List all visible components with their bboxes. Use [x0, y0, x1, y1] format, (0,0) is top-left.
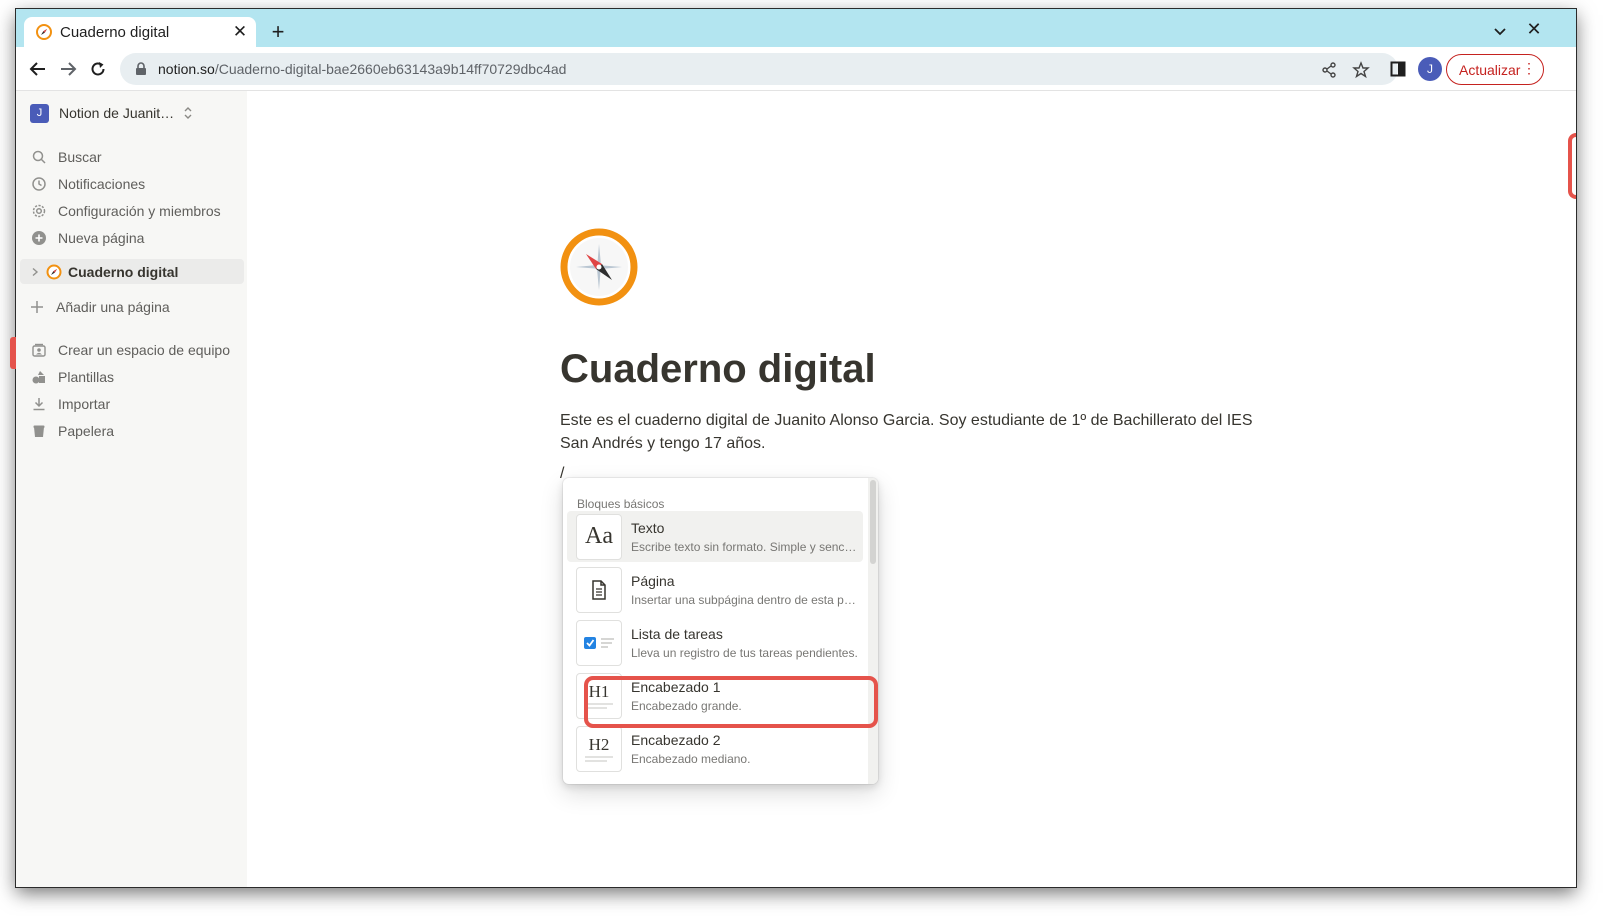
url-path: /Cuaderno-digital-bae2660eb63143a9b14ff7…: [214, 61, 567, 77]
reload-button[interactable]: [86, 57, 110, 81]
plus-circle-icon: [30, 229, 48, 247]
notion-page: Cuaderno digital Este es el cuaderno dig…: [247, 91, 1553, 887]
sidebar-item-search[interactable]: Buscar: [30, 145, 102, 169]
menu-item-label: Encabezado 2: [631, 731, 721, 748]
sidebar-item-label: Crear un espacio de equipo: [58, 342, 231, 358]
profile-avatar[interactable]: J: [1418, 57, 1442, 81]
text-block-icon: Aa: [576, 513, 622, 560]
more-vert-icon: ⋮: [1522, 60, 1536, 76]
sidebar-item-label: Notificaciones: [58, 176, 146, 192]
side-panel-icon[interactable]: [1390, 61, 1406, 77]
sidebar-item-label: Plantillas: [58, 369, 115, 385]
browser-window: Cuaderno digital ✕ + ✕ notion.so/Cuadern…: [16, 9, 1576, 887]
arrow-right-icon: [61, 62, 77, 76]
forward-button[interactable]: [56, 57, 80, 81]
menu-item-label: Lista de tareas: [631, 625, 723, 642]
chevron-right-icon[interactable]: [30, 267, 40, 277]
compass-favicon-icon: [36, 24, 52, 40]
update-label: Actualizar: [1459, 61, 1521, 78]
lock-icon: [136, 62, 146, 75]
menu-scrollbar-thumb[interactable]: [870, 480, 876, 564]
notion-sidebar: J Notion de Juanit… Buscar Notificacione…: [16, 91, 247, 887]
window-close-icon[interactable]: ✕: [1524, 19, 1544, 39]
slash-command-menu: Bloques básicos Aa Texto Escribe texto s…: [563, 478, 878, 784]
import-icon: [30, 395, 48, 413]
sidebar-item-label: Añadir una página: [56, 299, 170, 315]
back-button[interactable]: [26, 57, 50, 81]
sidebar-item-label: Configuración y miembros: [58, 203, 221, 219]
tab-active[interactable]: Cuaderno digital ✕: [24, 17, 256, 47]
sidebar-item-new-page[interactable]: Nueva página: [30, 226, 144, 250]
menu-item-label: Página: [631, 572, 675, 589]
new-tab-button[interactable]: +: [266, 21, 290, 45]
share-icon[interactable]: [1320, 61, 1338, 79]
sidebar-item-teamspace[interactable]: Crear un espacio de equipo: [30, 338, 230, 362]
url-domain: notion.so: [158, 61, 215, 77]
checkbox-icon: [576, 619, 622, 666]
reload-icon: [91, 62, 105, 76]
trash-icon: [30, 422, 48, 440]
sidebar-item-templates[interactable]: Plantillas: [30, 365, 114, 389]
page-description[interactable]: Este es el cuaderno digital de Juanito A…: [560, 409, 1260, 455]
clock-icon: [30, 175, 48, 193]
highlight-annotation: [584, 676, 878, 728]
compass-page-icon[interactable]: [560, 228, 638, 306]
menu-item-page[interactable]: Página Insertar una subpágina dentro de …: [567, 564, 863, 615]
tab-strip: Cuaderno digital ✕ + ✕: [16, 9, 1576, 47]
h2-thumb-label: H2: [588, 734, 610, 754]
edge-annotation: [1568, 133, 1576, 199]
sidebar-item-label: Importar: [58, 396, 111, 412]
sidebar-item-label: Buscar: [58, 149, 102, 165]
edge-annotation-left: [10, 337, 16, 369]
menu-item-todo-list[interactable]: Lista de tareas Lleva un registro de tus…: [567, 617, 863, 668]
menu-item-label: Texto: [631, 519, 665, 536]
sidebar-item-label: Nueva página: [58, 230, 145, 246]
update-button[interactable]: Actualizar ⋮: [1446, 54, 1544, 85]
text-thumb-label: Aa: [585, 523, 613, 549]
chevron-up-down-icon: [184, 107, 192, 119]
menu-item-desc: Escribe texto sin formato. Simple y senc…: [631, 539, 857, 554]
heading-2-icon: H2: [576, 725, 622, 772]
menu-item-desc: Lleva un registro de tus tareas pendient…: [631, 645, 858, 660]
page-icon: [576, 566, 622, 613]
search-icon: [30, 148, 48, 166]
tab-close-icon[interactable]: ✕: [228, 20, 252, 44]
gear-icon: [30, 202, 48, 220]
sidebar-add-page[interactable]: Añadir una página: [28, 295, 170, 319]
sidebar-item-label: Papelera: [58, 423, 115, 439]
browser-toolbar: notion.so/Cuaderno-digital-bae2660eb6314…: [16, 47, 1576, 91]
sidebar-item-notifications[interactable]: Notificaciones: [30, 172, 145, 196]
arrow-left-icon: [29, 62, 45, 76]
tab-title: Cuaderno digital: [60, 23, 170, 41]
sidebar-item-settings[interactable]: Configuración y miembros: [30, 199, 221, 223]
sidebar-item-import[interactable]: Importar: [30, 392, 110, 416]
plus-icon: [28, 298, 46, 316]
workspace-name: Notion de Juanit…: [59, 105, 175, 121]
menu-scrollbar[interactable]: [868, 478, 878, 784]
menu-item-desc: Insertar una subpágina dentro de esta p…: [631, 592, 856, 607]
workspace-switcher[interactable]: J Notion de Juanit…: [30, 102, 194, 124]
compass-icon: [46, 264, 62, 279]
star-icon[interactable]: [1352, 61, 1370, 79]
chevron-down-icon[interactable]: [1490, 21, 1510, 41]
sidebar-page-label: Cuaderno digital: [68, 263, 179, 280]
workspace-avatar: J: [30, 103, 49, 123]
templates-icon: [30, 368, 48, 386]
menu-item-desc: Encabezado mediano.: [631, 751, 751, 766]
teamspace-icon: [30, 341, 48, 359]
sidebar-page-cuaderno[interactable]: Cuaderno digital: [20, 259, 244, 284]
sidebar-item-trash[interactable]: Papelera: [30, 419, 114, 443]
menu-section-header: Bloques básicos: [577, 497, 665, 511]
menu-item-heading-2[interactable]: H2 Encabezado 2 Encabezado mediano.: [567, 723, 863, 774]
address-bar[interactable]: notion.so/Cuaderno-digital-bae2660eb6314…: [120, 53, 1398, 85]
menu-item-text[interactable]: Aa Texto Escribe texto sin formato. Simp…: [567, 511, 863, 562]
url-text: notion.so/Cuaderno-digital-bae2660eb6314…: [158, 61, 566, 77]
page-title[interactable]: Cuaderno digital: [560, 347, 876, 392]
